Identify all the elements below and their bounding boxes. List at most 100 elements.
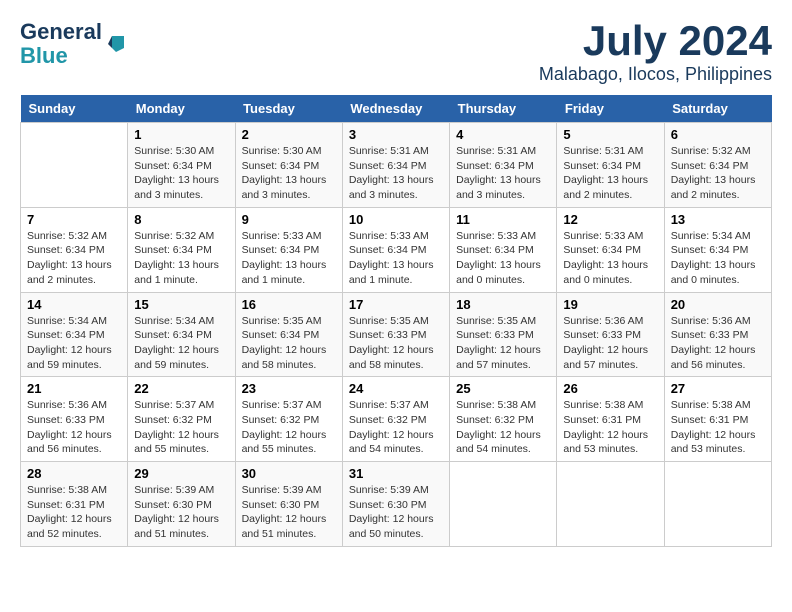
day-info: Sunrise: 5:35 AM Sunset: 6:33 PM Dayligh…: [349, 314, 443, 373]
calendar-cell: 17 Sunrise: 5:35 AM Sunset: 6:33 PM Dayli…: [342, 292, 449, 377]
day-info: Sunrise: 5:37 AM Sunset: 6:32 PM Dayligh…: [242, 398, 336, 457]
day-info: Sunrise: 5:31 AM Sunset: 6:34 PM Dayligh…: [349, 144, 443, 203]
calendar-cell: 31 Sunrise: 5:39 AM Sunset: 6:30 PM Dayli…: [342, 462, 449, 547]
calendar-cell: 23 Sunrise: 5:37 AM Sunset: 6:32 PM Dayli…: [235, 377, 342, 462]
calendar-cell: 14 Sunrise: 5:34 AM Sunset: 6:34 PM Dayli…: [21, 292, 128, 377]
title-section: July 2024 Malabago, Ilocos, Philippines: [539, 20, 772, 85]
day-number: 2: [242, 127, 336, 142]
calendar-cell: 24Sunrise: 5:37 AM Sunset: 6:32 PM Dayli…: [342, 377, 449, 462]
calendar-cell: [21, 123, 128, 208]
calendar-cell: 15Sunrise: 5:34 AM Sunset: 6:34 PM Dayli…: [128, 292, 235, 377]
calendar-cell: 13 Sunrise: 5:34 AM Sunset: 6:34 PM Dayli…: [664, 207, 771, 292]
day-info: Sunrise: 5:34 AM Sunset: 6:34 PM Dayligh…: [27, 314, 121, 373]
day-number: 28: [27, 466, 121, 481]
day-number: 3: [349, 127, 443, 142]
calendar-cell: 3 Sunrise: 5:31 AM Sunset: 6:34 PM Daylig…: [342, 123, 449, 208]
day-info: Sunrise: 5:39 AM Sunset: 6:30 PM Dayligh…: [242, 483, 336, 542]
day-info: Sunrise: 5:32 AM Sunset: 6:34 PM Dayligh…: [27, 229, 121, 288]
day-info: Sunrise: 5:30 AM Sunset: 6:34 PM Dayligh…: [134, 144, 228, 203]
day-number: 11: [456, 212, 550, 227]
day-info: Sunrise: 5:38 AM Sunset: 6:31 PM Dayligh…: [563, 398, 657, 457]
day-number: 17: [349, 297, 443, 312]
day-info: Sunrise: 5:32 AM Sunset: 6:34 PM Dayligh…: [134, 229, 228, 288]
day-number: 12: [563, 212, 657, 227]
day-number: 6: [671, 127, 765, 142]
calendar-cell: 27Sunrise: 5:38 AM Sunset: 6:31 PM Dayli…: [664, 377, 771, 462]
column-header-wednesday: Wednesday: [342, 95, 449, 123]
day-number: 25: [456, 381, 550, 396]
calendar-cell: 19 Sunrise: 5:36 AM Sunset: 6:33 PM Dayli…: [557, 292, 664, 377]
calendar-cell: 11 Sunrise: 5:33 AM Sunset: 6:34 PM Dayli…: [450, 207, 557, 292]
day-info: Sunrise: 5:32 AM Sunset: 6:34 PM Dayligh…: [671, 144, 765, 203]
column-header-thursday: Thursday: [450, 95, 557, 123]
day-number: 5: [563, 127, 657, 142]
calendar-cell: 22 Sunrise: 5:37 AM Sunset: 6:32 PM Dayli…: [128, 377, 235, 462]
calendar-cell: 5 Sunrise: 5:31 AM Sunset: 6:34 PM Daylig…: [557, 123, 664, 208]
calendar-cell: 26 Sunrise: 5:38 AM Sunset: 6:31 PM Dayli…: [557, 377, 664, 462]
calendar-cell: 28 Sunrise: 5:38 AM Sunset: 6:31 PM Dayli…: [21, 462, 128, 547]
calendar-cell: 4Sunrise: 5:31 AM Sunset: 6:34 PM Daylig…: [450, 123, 557, 208]
day-number: 8: [134, 212, 228, 227]
calendar-cell: 25Sunrise: 5:38 AM Sunset: 6:32 PM Dayli…: [450, 377, 557, 462]
day-info: Sunrise: 5:30 AM Sunset: 6:34 PM Dayligh…: [242, 144, 336, 203]
column-header-saturday: Saturday: [664, 95, 771, 123]
day-number: 29: [134, 466, 228, 481]
day-info: Sunrise: 5:36 AM Sunset: 6:33 PM Dayligh…: [563, 314, 657, 373]
calendar-cell: [664, 462, 771, 547]
day-info: Sunrise: 5:36 AM Sunset: 6:33 PM Dayligh…: [671, 314, 765, 373]
week-row: 7Sunrise: 5:32 AM Sunset: 6:34 PM Daylig…: [21, 207, 772, 292]
calendar-cell: 6 Sunrise: 5:32 AM Sunset: 6:34 PM Daylig…: [664, 123, 771, 208]
day-info: Sunrise: 5:35 AM Sunset: 6:34 PM Dayligh…: [242, 314, 336, 373]
day-number: 22: [134, 381, 228, 396]
day-info: Sunrise: 5:34 AM Sunset: 6:34 PM Dayligh…: [671, 229, 765, 288]
day-number: 10: [349, 212, 443, 227]
calendar-cell: 21 Sunrise: 5:36 AM Sunset: 6:33 PM Dayli…: [21, 377, 128, 462]
day-number: 16: [242, 297, 336, 312]
location-title: Malabago, Ilocos, Philippines: [539, 64, 772, 85]
day-number: 20: [671, 297, 765, 312]
day-number: 4: [456, 127, 550, 142]
day-number: 1: [134, 127, 228, 142]
day-number: 14: [27, 297, 121, 312]
month-title: July 2024: [539, 20, 772, 62]
day-info: Sunrise: 5:39 AM Sunset: 6:30 PM Dayligh…: [134, 483, 228, 542]
page-header: GeneralBlue July 2024 Malabago, Ilocos, …: [20, 20, 772, 85]
week-row: 28 Sunrise: 5:38 AM Sunset: 6:31 PM Dayli…: [21, 462, 772, 547]
day-info: Sunrise: 5:33 AM Sunset: 6:34 PM Dayligh…: [242, 229, 336, 288]
column-header-friday: Friday: [557, 95, 664, 123]
logo: GeneralBlue: [20, 20, 128, 68]
day-info: Sunrise: 5:35 AM Sunset: 6:33 PM Dayligh…: [456, 314, 550, 373]
day-info: Sunrise: 5:38 AM Sunset: 6:31 PM Dayligh…: [27, 483, 121, 542]
calendar-cell: 29 Sunrise: 5:39 AM Sunset: 6:30 PM Dayli…: [128, 462, 235, 547]
day-info: Sunrise: 5:36 AM Sunset: 6:33 PM Dayligh…: [27, 398, 121, 457]
day-number: 21: [27, 381, 121, 396]
day-number: 24: [349, 381, 443, 396]
day-number: 19: [563, 297, 657, 312]
day-info: Sunrise: 5:31 AM Sunset: 6:34 PM Dayligh…: [563, 144, 657, 203]
day-number: 13: [671, 212, 765, 227]
day-info: Sunrise: 5:33 AM Sunset: 6:34 PM Dayligh…: [456, 229, 550, 288]
day-info: Sunrise: 5:33 AM Sunset: 6:34 PM Dayligh…: [563, 229, 657, 288]
calendar-cell: 20 Sunrise: 5:36 AM Sunset: 6:33 PM Dayli…: [664, 292, 771, 377]
day-number: 31: [349, 466, 443, 481]
header-row: SundayMondayTuesdayWednesdayThursdayFrid…: [21, 95, 772, 123]
column-header-monday: Monday: [128, 95, 235, 123]
calendar-cell: 10Sunrise: 5:33 AM Sunset: 6:34 PM Dayli…: [342, 207, 449, 292]
day-number: 27: [671, 381, 765, 396]
day-number: 9: [242, 212, 336, 227]
calendar-cell: [450, 462, 557, 547]
day-info: Sunrise: 5:34 AM Sunset: 6:34 PM Dayligh…: [134, 314, 228, 373]
day-info: Sunrise: 5:37 AM Sunset: 6:32 PM Dayligh…: [134, 398, 228, 457]
week-row: 1 Sunrise: 5:30 AM Sunset: 6:34 PM Daylig…: [21, 123, 772, 208]
calendar-cell: 30Sunrise: 5:39 AM Sunset: 6:30 PM Dayli…: [235, 462, 342, 547]
calendar-cell: 9 Sunrise: 5:33 AM Sunset: 6:34 PM Daylig…: [235, 207, 342, 292]
day-info: Sunrise: 5:39 AM Sunset: 6:30 PM Dayligh…: [349, 483, 443, 542]
logo-text: GeneralBlue: [20, 20, 102, 68]
week-row: 21 Sunrise: 5:36 AM Sunset: 6:33 PM Dayli…: [21, 377, 772, 462]
calendar-cell: 1 Sunrise: 5:30 AM Sunset: 6:34 PM Daylig…: [128, 123, 235, 208]
calendar-cell: 12 Sunrise: 5:33 AM Sunset: 6:34 PM Dayli…: [557, 207, 664, 292]
day-number: 23: [242, 381, 336, 396]
calendar-cell: 18Sunrise: 5:35 AM Sunset: 6:33 PM Dayli…: [450, 292, 557, 377]
day-number: 26: [563, 381, 657, 396]
logo-icon: [104, 32, 128, 56]
